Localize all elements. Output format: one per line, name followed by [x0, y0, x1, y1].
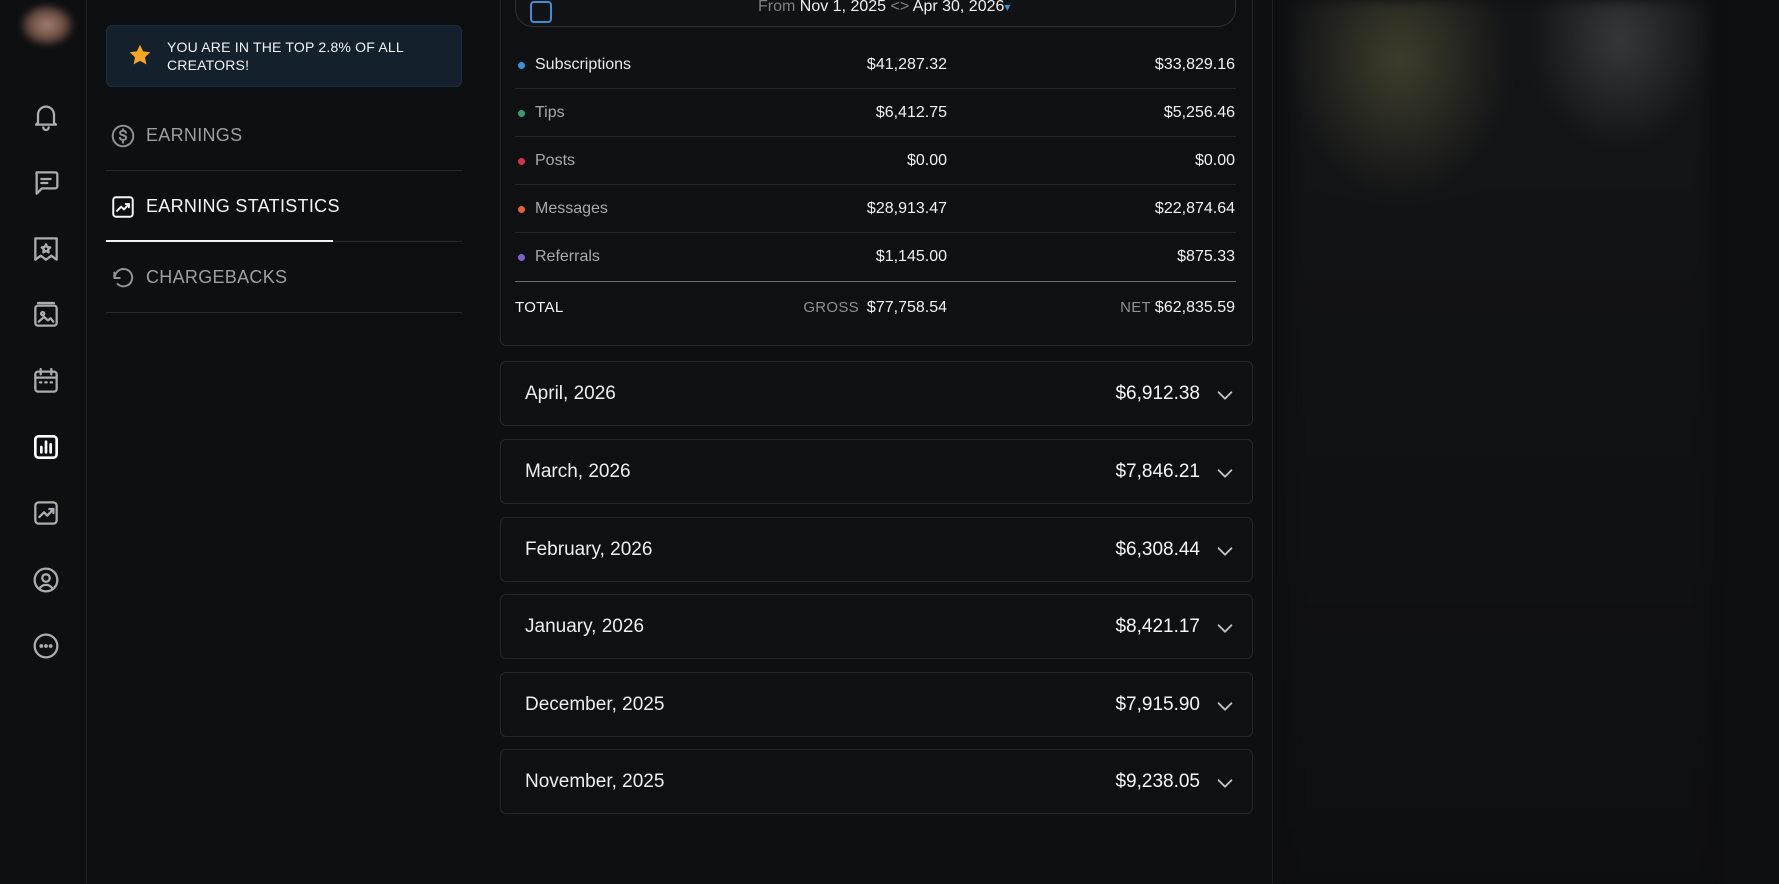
caret-down-icon[interactable]: ▾	[1004, 0, 1010, 14]
top-creator-banner: YOU ARE IN THE TOP 2.8% OF ALL CREATORS!	[106, 25, 462, 87]
month-amount: $8,421.17	[1115, 616, 1200, 637]
row-name: Subscriptions	[535, 56, 632, 73]
summary-row-posts: Posts $0.00 $0.00	[515, 137, 1236, 185]
profile-icon[interactable]	[29, 563, 63, 597]
chart-trend-icon	[110, 194, 136, 220]
vault-icon[interactable]	[29, 298, 63, 332]
row-net: $22,874.64	[1154, 200, 1235, 217]
dollar-circle-icon	[110, 123, 136, 149]
blurred-side-panel	[1290, 0, 1710, 884]
summary-row-referrals: Referrals $1,145.00 $875.33	[515, 233, 1236, 281]
chevron-down-icon[interactable]	[1214, 462, 1236, 484]
analytics-icon[interactable]	[29, 496, 63, 530]
calendar-checkbox-icon[interactable]	[530, 1, 552, 23]
net-label: NET	[1120, 299, 1151, 316]
row-net: $33,829.16	[1154, 56, 1235, 73]
month-amount: $6,308.44	[1115, 539, 1200, 560]
icon-rail	[0, 0, 87, 884]
month-amount: $6,912.38	[1115, 383, 1200, 404]
row-net: $0.00	[1194, 152, 1235, 169]
month-row-february-2026[interactable]: February, 2026 $6,308.44	[500, 517, 1253, 582]
legend-dot	[518, 110, 525, 117]
month-row-march-2026[interactable]: March, 2026 $7,846.21	[500, 439, 1253, 504]
date-range-picker[interactable]: From Nov 1, 2025 <> Apr 30, 2026▾	[515, 0, 1236, 27]
month-row-november-2025[interactable]: November, 2025 $9,238.05	[500, 749, 1253, 814]
user-avatar[interactable]	[20, 4, 74, 46]
month-name: January, 2026	[525, 616, 645, 637]
row-gross: $0.00	[906, 152, 947, 169]
row-gross: $1,145.00	[875, 248, 947, 265]
legend-dot	[518, 158, 525, 165]
row-net: $5,256.46	[1163, 104, 1235, 121]
row-name: Tips	[535, 104, 565, 121]
month-amount: $7,915.90	[1115, 694, 1200, 715]
row-name: Posts	[535, 152, 576, 169]
row-gross: $41,287.32	[866, 56, 947, 73]
legend-dot	[518, 206, 525, 213]
range-separator: <>	[890, 0, 910, 15]
summary-row-messages: Messages $28,913.47 $22,874.64	[515, 185, 1236, 233]
menu-item-earning-statistics[interactable]: EARNING STATISTICS	[106, 172, 462, 242]
total-label: TOTAL	[515, 299, 564, 316]
summary-total-row: TOTAL GROSS $77,758.54 NET $62,835.59	[515, 281, 1236, 331]
menu-label-chargebacks: CHARGEBACKS	[146, 267, 288, 287]
row-gross: $28,913.47	[866, 200, 947, 217]
month-name: April, 2026	[525, 383, 616, 404]
row-name: Messages	[535, 200, 608, 217]
month-row-april-2026[interactable]: April, 2026 $6,912.38	[500, 361, 1253, 426]
legend-dot	[518, 254, 525, 261]
row-gross: $6,412.75	[875, 104, 947, 121]
summary-row-subscriptions: Subscriptions $41,287.32 $33,829.16	[515, 41, 1236, 89]
calendar-icon[interactable]	[29, 364, 63, 398]
star-icon	[129, 44, 151, 65]
bell-icon[interactable]	[29, 99, 63, 133]
banner-text: YOU ARE IN THE TOP 2.8% OF ALL CREATORS!	[167, 39, 404, 73]
month-amount: $9,238.05	[1115, 771, 1200, 792]
chevron-down-icon[interactable]	[1214, 695, 1236, 717]
range-to-date: Apr 30, 2026	[912, 0, 1005, 15]
menu-label-earning-statistics: EARNING STATISTICS	[146, 196, 340, 216]
total-net: $62,835.59	[1154, 299, 1235, 316]
row-name: Referrals	[535, 248, 600, 265]
menu-label-earnings: EARNINGS	[146, 125, 243, 145]
undo-icon	[110, 265, 136, 291]
summary-row-tips: Tips $6,412.75 $5,256.46	[515, 89, 1236, 137]
chevron-down-icon[interactable]	[1214, 772, 1236, 794]
legend-dot	[518, 62, 525, 69]
message-icon[interactable]	[29, 166, 63, 200]
month-name: December, 2025	[525, 694, 665, 715]
row-net: $875.33	[1177, 248, 1235, 265]
month-name: March, 2026	[525, 461, 631, 482]
menu-item-earnings[interactable]: EARNINGS	[106, 101, 462, 171]
gross-label: GROSS	[803, 299, 859, 316]
chevron-down-icon[interactable]	[1214, 617, 1236, 639]
range-from-label: From	[758, 0, 796, 15]
month-row-december-2025[interactable]: December, 2025 $7,915.90	[500, 672, 1253, 737]
chevron-down-icon[interactable]	[1214, 540, 1236, 562]
total-gross: $77,758.54	[866, 299, 947, 316]
statistics-icon[interactable]	[29, 430, 63, 464]
earning-statistics-page: YOU ARE IN THE TOP 2.8% OF ALL CREATORS!…	[0, 0, 1779, 884]
month-row-january-2026[interactable]: January, 2026 $8,421.17	[500, 594, 1253, 659]
month-name: February, 2026	[525, 539, 653, 560]
month-name: November, 2025	[525, 771, 665, 792]
menu-item-chargebacks[interactable]: CHARGEBACKS	[106, 243, 462, 313]
month-amount: $7,846.21	[1115, 461, 1200, 482]
content-divider	[1272, 0, 1273, 884]
range-from-date: Nov 1, 2025	[799, 0, 887, 15]
date-range-text: From Nov 1, 2025 <> Apr 30, 2026▾	[758, 0, 1010, 16]
chevron-down-icon[interactable]	[1214, 384, 1236, 406]
collections-icon[interactable]	[29, 232, 63, 266]
more-icon[interactable]	[29, 629, 63, 663]
